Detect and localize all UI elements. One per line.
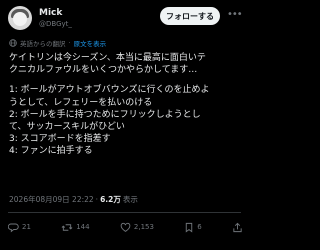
bookmark-button[interactable]: 6: [184, 222, 202, 233]
divider: [8, 212, 241, 213]
action-bar: 21 144 2,153 6: [8, 219, 243, 235]
author-handle[interactable]: @DBGyt_: [39, 20, 72, 28]
reply-icon: [8, 222, 19, 233]
heart-icon: [120, 222, 131, 233]
tweet-line: ケイトリンは今シーズン、本当に最高に面白いテ: [9, 53, 206, 63]
views-label: 表示: [122, 194, 138, 204]
follow-button[interactable]: フォローする: [160, 7, 220, 25]
tweet-datetime[interactable]: 2026年08月09日 22:22: [9, 194, 94, 205]
share-icon: [232, 222, 243, 233]
tweet-line: クニカルファウルをいくつかやらかしてます…: [9, 65, 198, 76]
tweet-line: 2: ボールを手に持つためにフリックしようとし: [9, 109, 201, 120]
translation-label: 英語からの翻訳: [20, 39, 66, 48]
author-name[interactable]: Mick: [39, 8, 62, 18]
like-button[interactable]: 2,153: [120, 222, 154, 233]
avatar[interactable]: [8, 6, 32, 30]
translation-row: 英語からの翻訳 · 原文を表示: [9, 37, 106, 48]
repost-button[interactable]: 144: [61, 222, 90, 233]
bookmark-count: 6: [197, 223, 202, 231]
views-count: 6.2万: [100, 194, 121, 204]
tweet-text: ケイトリンは今シーズン、本当に最高に面白いテ クニカルファウルをいくつかやらかし…: [9, 52, 245, 158]
tweet-line: て、サッカースキルがひどい: [9, 121, 125, 132]
globe-icon: [9, 38, 17, 47]
show-original-link[interactable]: 原文を表示: [74, 38, 107, 48]
repost-icon: [61, 222, 73, 233]
meta-separator: ·: [95, 194, 99, 204]
like-count: 2,153: [133, 223, 154, 231]
share-button[interactable]: [232, 222, 243, 233]
bookmark-icon: [184, 222, 194, 233]
tweet-meta: 2026年08月09日 22:22 · 6.2万 表示: [9, 193, 138, 205]
translation-separator: ·: [68, 38, 71, 47]
reply-button[interactable]: 21: [8, 222, 31, 233]
avatar-face: [13, 12, 27, 26]
tweet-line: 3: スコアボードを指差す: [9, 134, 111, 145]
reply-count: 21: [22, 223, 31, 231]
tweet-line: うとして、レフェリーを払いのける: [9, 97, 153, 108]
more-icon[interactable]: •••: [227, 9, 243, 21]
repost-count: 144: [76, 223, 90, 231]
tweet-line: 4: ファンに拍手する: [9, 146, 93, 157]
tweet-line: 1: ボールがアウトオブバウンズに行くのを止めよ: [9, 85, 210, 96]
